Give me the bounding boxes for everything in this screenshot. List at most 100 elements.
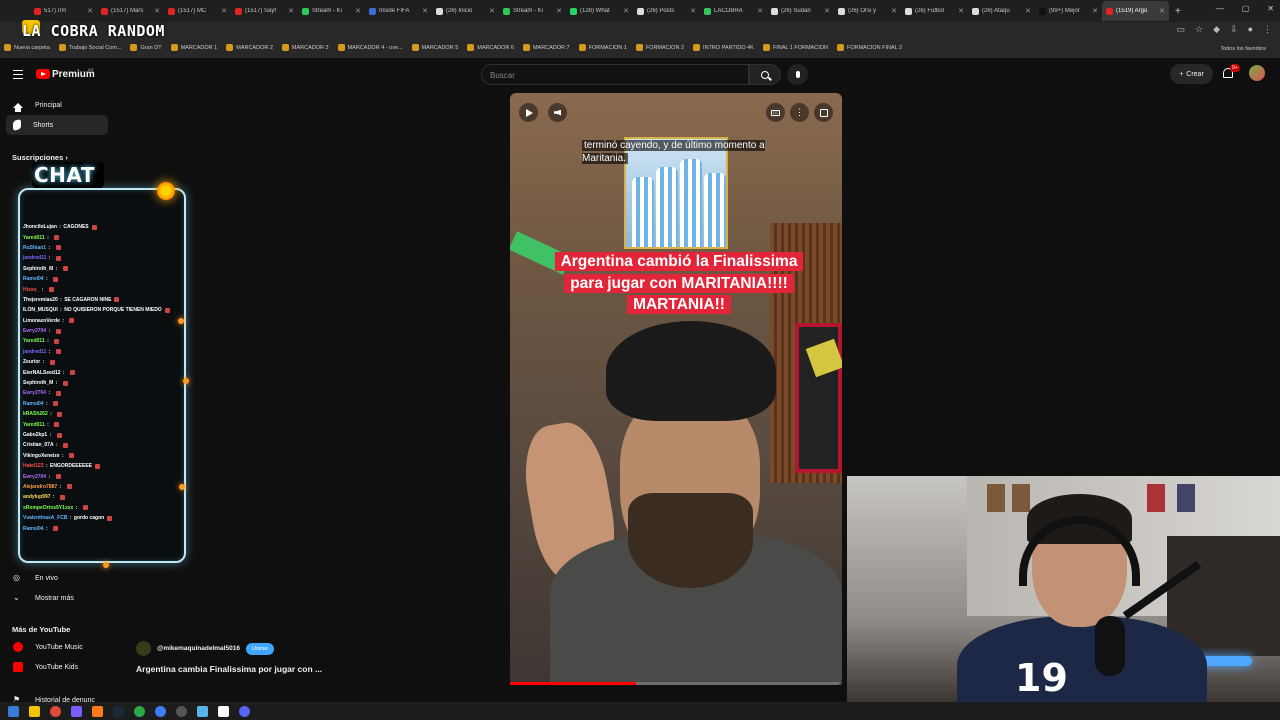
sidebar-item-youtube-music[interactable]: YouTube Music	[6, 637, 108, 657]
close-tab-icon[interactable]: ✕	[221, 7, 227, 15]
app-icon[interactable]	[71, 705, 82, 717]
bookmark-item[interactable]: MARCADOR 4 - ove...	[337, 44, 403, 51]
sidebar-item-shorts[interactable]: Shorts	[6, 115, 108, 135]
hamburger-menu-icon[interactable]	[13, 70, 23, 79]
video-progress-bar[interactable]	[510, 682, 842, 685]
close-tab-icon[interactable]: ✕	[556, 7, 562, 15]
bookmark-item[interactable]: FORMACION 2	[635, 44, 684, 51]
browser-tab[interactable]: (128) What ✕	[566, 1, 633, 21]
bookmark-item[interactable]: MARCADOR 1	[170, 44, 217, 51]
bookmark-item[interactable]: MARCADOR 5	[411, 44, 458, 51]
sidebar-item-home[interactable]: Principal	[6, 95, 108, 115]
browser-tab[interactable]: (99+) Mejor ✕	[1035, 1, 1102, 21]
star-icon[interactable]: ☆	[1195, 24, 1203, 35]
close-tab-icon[interactable]: ✕	[355, 7, 361, 15]
browser-tab[interactable]: (1517) Sayf ✕	[231, 1, 298, 21]
browser-tab[interactable]: (26) Futbol ✕	[901, 1, 968, 21]
sidebar-item-youtube-kids[interactable]: YouTube Kids	[6, 657, 108, 677]
shorts-video-player[interactable]: terminó cayendo, y de último momento a M…	[510, 93, 842, 685]
app-icon[interactable]	[155, 705, 166, 717]
channel-avatar[interactable]	[136, 641, 151, 656]
browser-tab[interactable]: (26) Posts ✕	[633, 1, 700, 21]
channel-name[interactable]: @mikemaquinadelmal5016	[157, 645, 240, 652]
app-icon[interactable]	[92, 705, 103, 717]
video-title[interactable]: Argentina cambia Finalissima por jugar c…	[136, 664, 322, 674]
close-tab-icon[interactable]: ✕	[1092, 7, 1098, 15]
extension-icon[interactable]: ◆	[1213, 24, 1220, 35]
bookmark-item[interactable]: FORMACION 1	[578, 44, 627, 51]
app-icon[interactable]	[134, 705, 145, 717]
close-tab-icon[interactable]: ✕	[824, 7, 830, 15]
captions-button[interactable]: CC	[766, 103, 785, 122]
account-avatar[interactable]	[1249, 65, 1265, 81]
steam-icon[interactable]	[113, 705, 124, 717]
create-button[interactable]: + Crear	[1170, 64, 1213, 84]
new-tab-icon[interactable]: +	[1169, 6, 1181, 17]
bookmark-item[interactable]: INTRO PARTIDO 4K	[693, 44, 754, 51]
app-icon[interactable]	[218, 705, 229, 717]
close-tab-icon[interactable]: ✕	[891, 7, 897, 15]
player-figure	[704, 173, 726, 247]
close-tab-icon[interactable]: ✕	[1159, 7, 1165, 15]
cast-icon[interactable]: ▭	[1177, 24, 1186, 35]
browser-tab[interactable]: (26) Orsi y ✕	[834, 1, 901, 21]
fullscreen-button[interactable]	[814, 103, 833, 122]
close-tab-icon[interactable]: ✕	[288, 7, 294, 15]
close-tab-icon[interactable]: ✕	[422, 7, 428, 15]
obs-icon[interactable]	[176, 705, 187, 717]
browser-tab[interactable]: LACOBRA ✕	[700, 1, 767, 21]
window-controls[interactable]: — ▢ ✕	[1216, 4, 1274, 13]
discord-icon[interactable]	[239, 705, 250, 717]
volume-button[interactable]	[548, 103, 567, 122]
close-tab-icon[interactable]: ✕	[1025, 7, 1031, 15]
start-icon[interactable]	[8, 705, 19, 717]
close-tab-icon[interactable]: ✕	[690, 7, 696, 15]
close-tab-icon[interactable]: ✕	[87, 7, 93, 15]
all-bookmarks-folder[interactable]: Todos los favoritos	[1220, 46, 1266, 52]
close-tab-icon[interactable]: ✕	[958, 7, 964, 15]
join-button[interactable]: Unirse	[245, 642, 274, 655]
more-options-button[interactable]: ⋮	[790, 103, 809, 122]
bookmark-item[interactable]: Nueva carpeta	[4, 44, 50, 51]
close-tab-icon[interactable]: ✕	[489, 7, 495, 15]
subscriptions-heading[interactable]: Suscripciones ›	[12, 153, 68, 162]
close-window-icon[interactable]: ✕	[1267, 4, 1274, 13]
browser-tab[interactable]: (26) Inicio ✕	[432, 1, 499, 21]
bookmark-item[interactable]: Gran DT	[130, 44, 162, 51]
browser-menu-icon[interactable]: ⋮	[1263, 24, 1272, 35]
search-input[interactable]: Buscar	[481, 64, 749, 85]
close-tab-icon[interactable]: ✕	[623, 7, 629, 15]
browser-tab[interactable]: Stream - Ki ✕	[298, 1, 365, 21]
file-explorer-icon[interactable]	[29, 705, 40, 717]
bookmark-item[interactable]: Trabajo Social Com...	[58, 44, 121, 51]
browser-tab[interactable]: Stream - Ki ✕	[499, 1, 566, 21]
browser-tab[interactable]: (26) Sudan ✕	[767, 1, 834, 21]
profile-icon[interactable]: ●	[1248, 24, 1253, 35]
minimize-icon[interactable]: —	[1216, 4, 1224, 13]
youtube-logo-icon[interactable]	[36, 69, 50, 79]
download-icon[interactable]: ⇩	[1230, 24, 1238, 35]
bookmark-item[interactable]: FINAL 1 FORMACION	[762, 44, 828, 51]
search-button[interactable]	[749, 64, 781, 85]
browser-tab[interactable]: (26) Ataqu ✕	[968, 1, 1035, 21]
browser-tab[interactable]: (1519) Argo ✕	[1102, 1, 1169, 21]
close-tab-icon[interactable]: ✕	[154, 7, 160, 15]
bookmark-item[interactable]: MARCADOR 3	[281, 44, 329, 51]
bookmark-item[interactable]: MARCADOR 6	[467, 44, 514, 51]
bookmark-item[interactable]: MARCADOR 2	[226, 44, 273, 51]
browser-tab[interactable]: (1517) Mars ✕	[97, 1, 164, 21]
close-tab-icon[interactable]: ✕	[757, 7, 763, 15]
browser-tab[interactable]: (1517) MC ✕	[164, 1, 231, 21]
play-button[interactable]	[519, 103, 538, 122]
bookmark-item[interactable]: MARCADOR 7	[522, 44, 570, 51]
browser-tab[interactable]: Inside FIFA ✕	[365, 1, 432, 21]
show-more-button[interactable]: ⌄ Mostrar más	[6, 588, 108, 608]
maximize-icon[interactable]: ▢	[1242, 4, 1250, 13]
sidebar-item-live[interactable]: ◎ En vivo	[6, 568, 108, 588]
sidebar-item-label: En vivo	[35, 574, 58, 582]
app-icon[interactable]	[197, 705, 208, 717]
voice-search-button[interactable]	[787, 64, 808, 85]
bookmark-item[interactable]: FORMACION FINAL 2	[836, 44, 902, 51]
chrome-icon[interactable]	[50, 705, 61, 717]
browser-tab[interactable]: 517) ЛЯ ✕	[30, 1, 97, 21]
